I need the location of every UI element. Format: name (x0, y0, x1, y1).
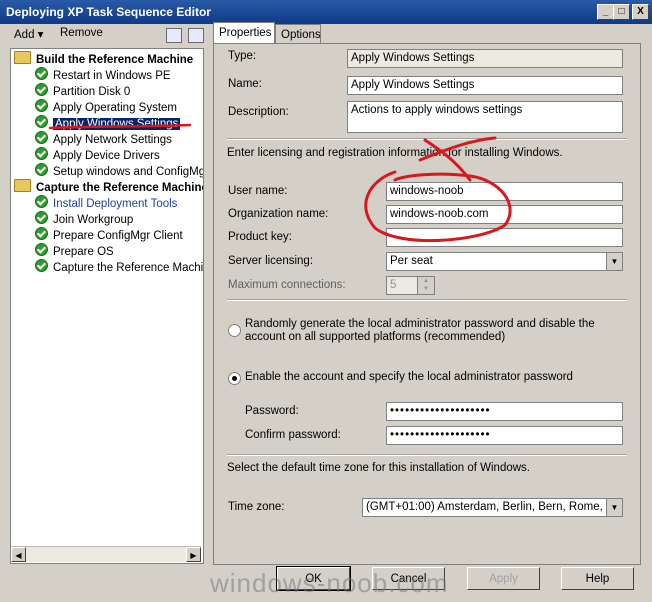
help-button[interactable]: Help (561, 567, 634, 590)
red-annotation-overlay (48, 123, 512, 243)
apply-button[interactable]: Apply (467, 567, 540, 590)
underline-annotation (48, 123, 192, 130)
watermark: windows-noob.com (210, 568, 449, 598)
circle-annotation (364, 170, 512, 243)
